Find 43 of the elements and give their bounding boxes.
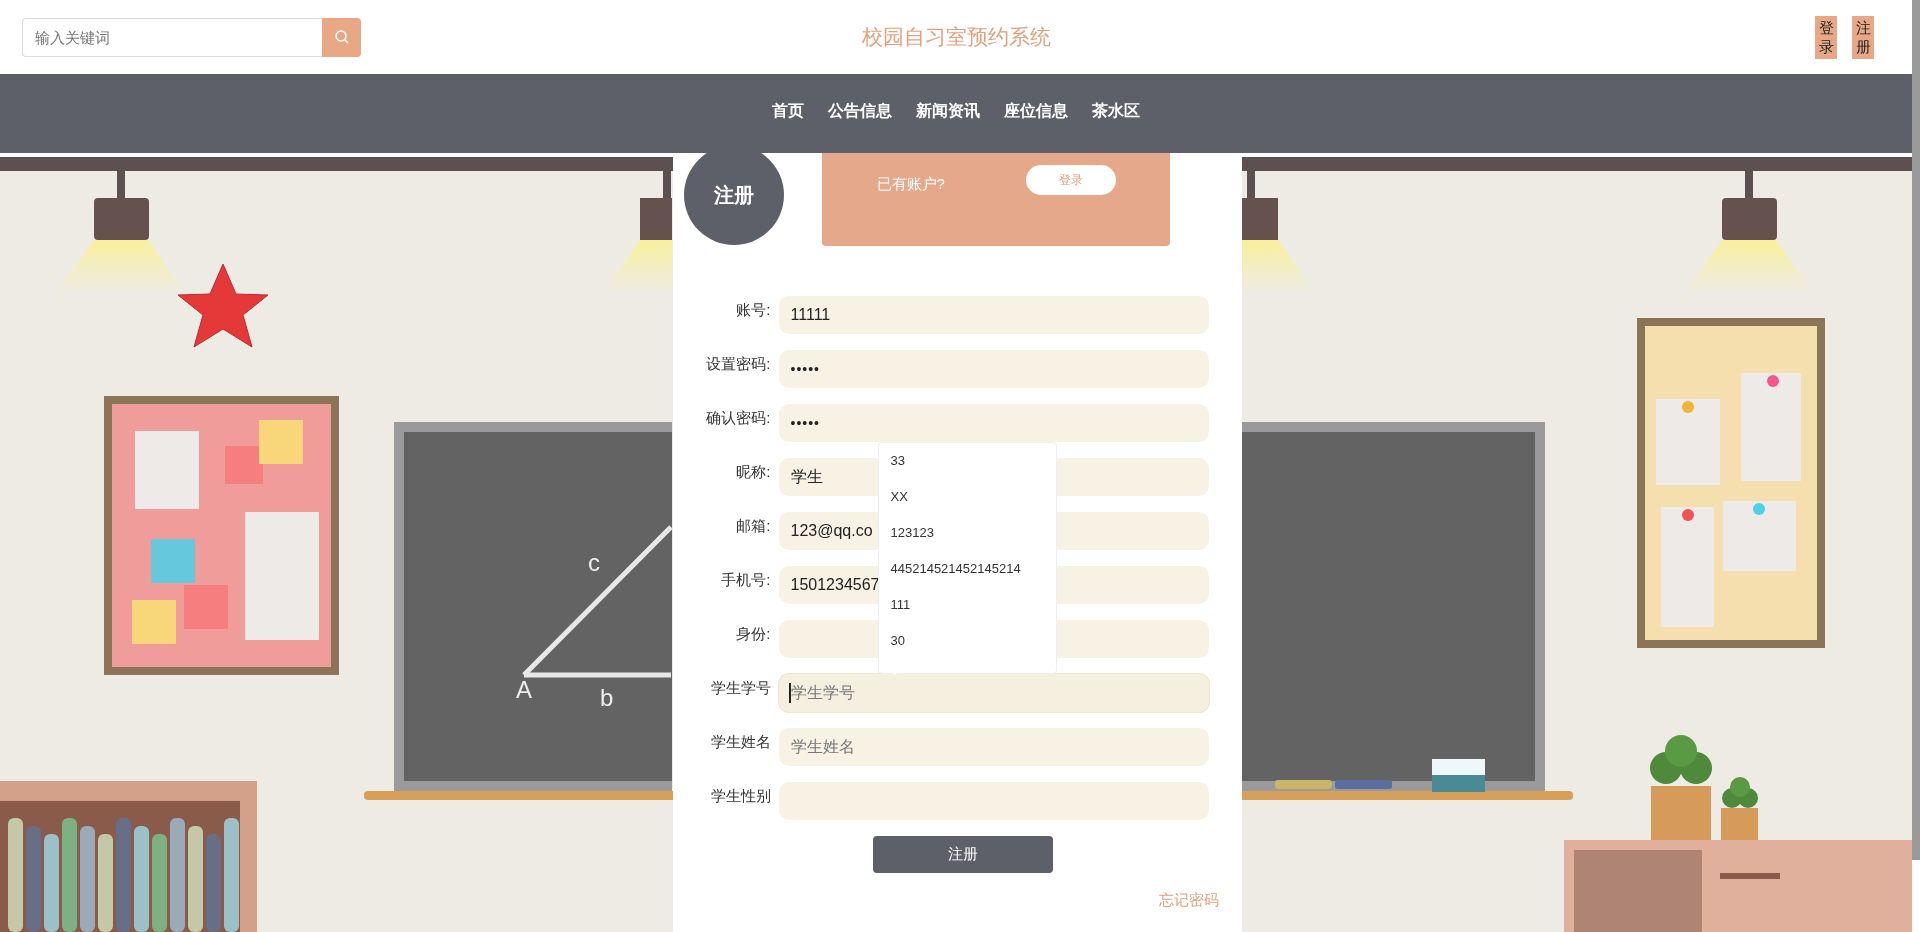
input-field[interactable]: 11111 — [778, 296, 1209, 334]
nav-link[interactable]: 公告信息 — [828, 101, 892, 122]
site-title: 校园自习室预约系统 — [861, 24, 1051, 50]
field-label: 账号: — [735, 300, 771, 320]
nav-link[interactable]: 新闻资讯 — [916, 101, 980, 122]
nav-link[interactable]: 座位信息 — [1004, 101, 1068, 122]
chalk-label: c — [588, 549, 600, 576]
field-label: 身份: — [735, 624, 771, 644]
autocomplete-option[interactable]: 445214521452145214 — [878, 555, 1056, 591]
password-field[interactable]: ••••• — [778, 404, 1209, 442]
input-field[interactable] — [778, 782, 1209, 820]
auth-link[interactable]: 注册 — [1852, 15, 1874, 59]
field-label: 确认密码: — [705, 408, 771, 428]
field-label: 邮箱: — [735, 516, 771, 536]
login-prompt-text: 已有账户? — [876, 175, 945, 194]
search-icon — [333, 29, 350, 45]
search-button[interactable] — [322, 17, 361, 57]
field-label: 学生姓名 — [709, 732, 771, 752]
field-label: 设置密码: — [705, 354, 771, 374]
field-label: 手机号: — [720, 570, 771, 590]
field-label: 学生学号 — [709, 678, 771, 698]
autocomplete-option[interactable]: XX — [878, 483, 1056, 519]
chalk-stick — [1275, 780, 1332, 789]
nav-link[interactable]: 茶水区 — [1092, 101, 1140, 122]
password-field[interactable]: ••••• — [778, 350, 1209, 388]
autocomplete-option[interactable]: 123123 — [878, 519, 1056, 555]
chalk-label: A — [516, 676, 532, 703]
autocomplete-option[interactable]: 111 — [878, 591, 1056, 627]
register-button[interactable]: 注册 — [873, 836, 1053, 873]
autocomplete-option[interactable]: 30 — [878, 627, 1056, 663]
chalk-stick — [1335, 780, 1392, 789]
input-field[interactable]: 学生学号 — [778, 674, 1209, 712]
field-label: 学生性别 — [709, 786, 771, 806]
chalk-label: b — [600, 684, 614, 711]
auth-link[interactable]: 登录 — [1815, 15, 1837, 59]
eraser-drawing — [1432, 759, 1485, 792]
search-field[interactable]: 输入关键词 — [22, 17, 322, 57]
potted-plant-drawing — [1721, 777, 1758, 840]
input-field[interactable]: 学生姓名 — [778, 728, 1209, 766]
scrollbar[interactable] — [1912, 0, 1920, 860]
nav-link[interactable]: 首页 — [772, 101, 804, 122]
field-label: 昵称: — [735, 462, 771, 482]
autocomplete-option[interactable]: 33 — [878, 447, 1056, 483]
